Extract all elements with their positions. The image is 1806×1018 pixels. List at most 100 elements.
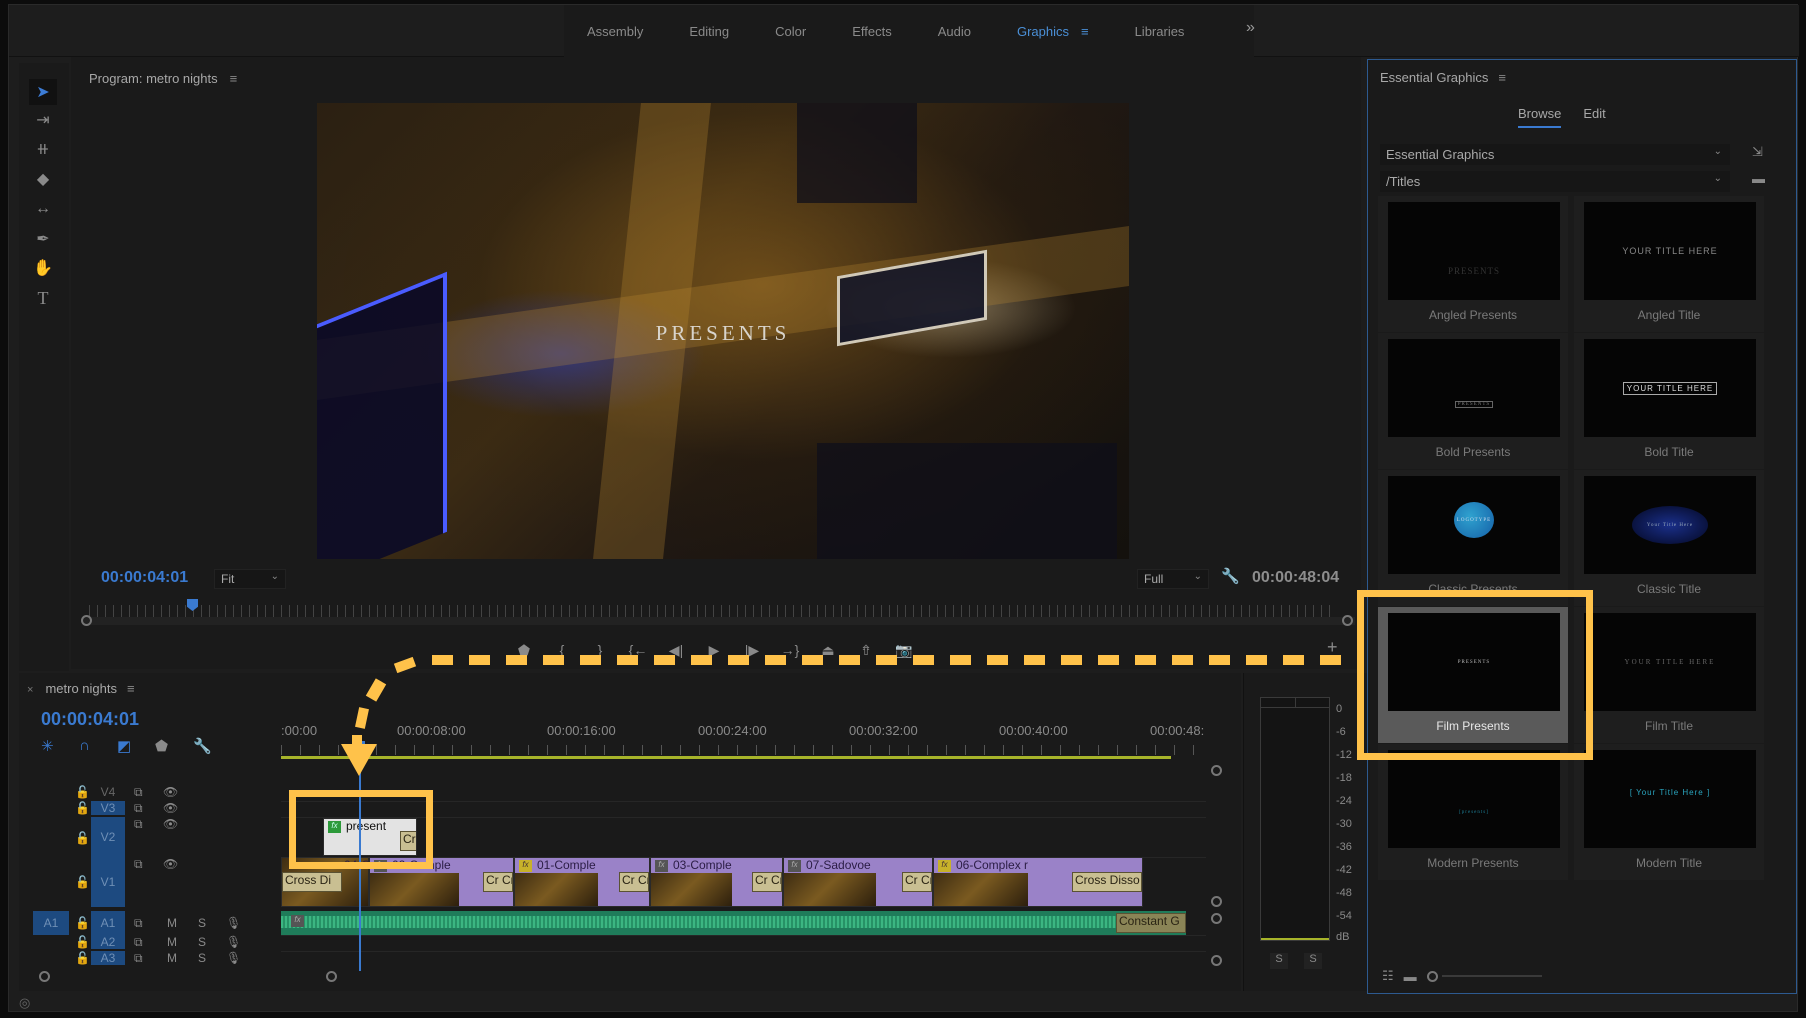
sync-lock-icon[interactable]: ⧉ (134, 951, 143, 966)
video-clip[interactable]: fx 01-Comple Cr Cr (514, 857, 650, 907)
transition-constant-gain[interactable]: Constant G (1116, 913, 1186, 933)
video-clip[interactable]: fx 03-Comple Cr Cr (650, 857, 783, 907)
sync-lock-icon[interactable]: ⧉ (134, 817, 143, 832)
menu-icon[interactable]: ≡ (127, 681, 135, 696)
solo-button[interactable]: S (198, 951, 206, 965)
mute-button[interactable]: M (167, 935, 177, 949)
pen-tool-icon[interactable]: ✒ (29, 226, 57, 252)
track-name[interactable]: A3 (91, 951, 125, 965)
transition-cross-dissolve[interactable]: Cr Cr (752, 872, 782, 892)
program-zoom-scrollbar[interactable] (83, 617, 1355, 625)
scroll-handle-right[interactable] (1342, 615, 1353, 626)
transition-cross-dissolve[interactable]: Cr Cr (619, 872, 649, 892)
template-bold-presents[interactable]: PRESENTS Bold Presents (1378, 333, 1568, 469)
lock-icon[interactable]: 🔓 (75, 935, 90, 949)
work-area-bar[interactable] (281, 756, 1171, 759)
template-film-title[interactable]: YOUR TITLE HERE Film Title (1574, 607, 1764, 743)
video-clip[interactable]: fx 07-Sadovoe Cr Cr (783, 857, 933, 907)
type-tool-icon[interactable]: T (29, 285, 57, 311)
linked-selection-icon[interactable]: ◩ (117, 737, 155, 755)
template-angled-presents[interactable]: PRESENTS Angled Presents (1378, 196, 1568, 332)
lock-icon[interactable]: 🔓 (75, 785, 90, 799)
hand-tool-icon[interactable]: ✋ (29, 255, 57, 281)
folder-icon[interactable]: ▬ (1752, 171, 1765, 186)
selection-tool-icon[interactable]: ➤ (29, 79, 57, 105)
meter-solo-right[interactable]: S (1304, 953, 1322, 969)
library-select[interactable]: Essential Graphics ⌄ (1380, 144, 1730, 165)
transition-cross-dissolve[interactable]: Cr Cr (483, 872, 513, 892)
solo-button[interactable]: S (198, 935, 206, 949)
menu-icon[interactable]: ≡ (1081, 24, 1089, 39)
workspace-tab-assembly[interactable]: Assembly (564, 24, 666, 39)
template-modern-presents[interactable]: [presents] Modern Presents (1378, 744, 1568, 880)
workspace-tab-libraries[interactable]: Libraries (1112, 24, 1208, 39)
slip-tool-icon[interactable]: ↔ (29, 196, 57, 222)
track-select-tool-icon[interactable]: ⇥ (29, 107, 57, 133)
sync-lock-icon[interactable]: ⧉ (134, 916, 143, 931)
eye-icon[interactable]: 👁 (163, 857, 178, 871)
timeline-ruler[interactable]: :00:00 00:00:08:00 00:00:16:00 00:00:24:… (281, 723, 1206, 763)
snap-magnet-icon[interactable]: ∩ (79, 737, 117, 755)
solo-button[interactable]: S (198, 916, 206, 930)
eye-icon[interactable]: 👁 (163, 801, 178, 815)
mute-button[interactable]: M (167, 916, 177, 930)
nest-sequences-icon[interactable]: ✳ (41, 737, 79, 755)
template-bold-title[interactable]: YOUR TITLE HERE Bold Title (1574, 333, 1764, 469)
audio-clip[interactable]: fx Constant G (281, 911, 1186, 935)
menu-icon[interactable]: ≡ (1498, 70, 1506, 85)
vertical-scroll-handle[interactable] (1211, 955, 1222, 966)
source-patch-a1[interactable]: A1 (33, 911, 69, 935)
sync-lock-icon[interactable]: ⧉ (134, 801, 143, 816)
add-marker-icon[interactable]: ⬟ (155, 737, 193, 755)
sync-lock-icon[interactable]: ⧉ (134, 785, 143, 800)
meter-solo-left[interactable]: S (1270, 953, 1288, 969)
razor-tool-icon[interactable]: ◆ (29, 166, 57, 192)
timeline-tab[interactable]: × metro nights ≡ (27, 681, 135, 696)
zoom-level-select[interactable]: Fit ⌄ (214, 569, 286, 589)
lock-icon[interactable]: 🔓 (75, 951, 90, 965)
video-clip[interactable]: fx 06-Complex r Cross Disso (933, 857, 1143, 907)
transition-cross-dissolve[interactable]: Cr Cr (902, 872, 932, 892)
vertical-scroll-handle[interactable] (1211, 913, 1222, 924)
track-name[interactable]: V2 (91, 817, 125, 857)
microphone-icon[interactable]: 🎙 (226, 916, 241, 930)
horizontal-scroll-handle-right[interactable] (326, 971, 337, 982)
track-name[interactable]: V3 (91, 801, 125, 815)
horizontal-scroll-handle-left[interactable] (39, 971, 50, 982)
template-modern-title[interactable]: [ Your Title Here ] Modern Title (1574, 744, 1764, 880)
program-current-timecode[interactable]: 00:00:04:01 (101, 569, 188, 587)
transition-cross-dissolve[interactable]: Cross Disso (1072, 872, 1142, 892)
sync-lock-icon[interactable]: ⧉ (134, 857, 143, 872)
tab-edit[interactable]: Edit (1583, 106, 1605, 128)
close-icon[interactable]: × (27, 684, 33, 696)
sync-lock-icon[interactable]: ⧉ (134, 935, 143, 950)
workspace-tab-effects[interactable]: Effects (829, 24, 915, 39)
workspace-tab-editing[interactable]: Editing (666, 24, 752, 39)
template-classic-title[interactable]: Your Title Here Classic Title (1574, 470, 1764, 606)
mute-button[interactable]: M (167, 951, 177, 965)
menu-icon[interactable]: ≡ (230, 71, 238, 86)
eye-icon[interactable]: 👁 (163, 817, 178, 831)
program-time-ruler[interactable] (89, 605, 1334, 617)
ripple-edit-tool-icon[interactable]: ⧺ (29, 136, 57, 162)
eye-icon[interactable]: 👁 (163, 785, 178, 799)
thumbnail-size-slider-handle[interactable] (1426, 970, 1438, 982)
vertical-scroll-handle[interactable] (1211, 896, 1222, 907)
track-name[interactable]: V4 (91, 785, 125, 799)
thumbnail-size-slider[interactable] (1441, 975, 1542, 977)
lock-icon[interactable]: 🔓 (75, 801, 90, 815)
template-angled-title[interactable]: YOUR TITLE HERE Angled Title (1574, 196, 1764, 332)
workspace-tab-graphics[interactable]: Graphics ≡ (994, 24, 1112, 39)
scroll-handle-left[interactable] (81, 615, 92, 626)
track-name[interactable]: A1 (91, 911, 125, 935)
workspace-tab-color[interactable]: Color (752, 24, 829, 39)
folder-select[interactable]: /Titles ⌄ (1380, 171, 1730, 192)
install-template-icon[interactable]: ⇲ (1752, 144, 1763, 160)
video-preview[interactable]: PRESENTS (317, 103, 1129, 559)
creative-cloud-icon[interactable]: ◎ (19, 995, 30, 1011)
more-workspaces-icon[interactable]: » (1246, 19, 1255, 37)
lock-icon[interactable]: 🔓 (75, 916, 90, 930)
list-view-icon[interactable]: ☷ (1382, 968, 1394, 984)
workspace-tab-audio[interactable]: Audio (915, 24, 994, 39)
timeline-timecode[interactable]: 00:00:04:01 (41, 709, 139, 730)
